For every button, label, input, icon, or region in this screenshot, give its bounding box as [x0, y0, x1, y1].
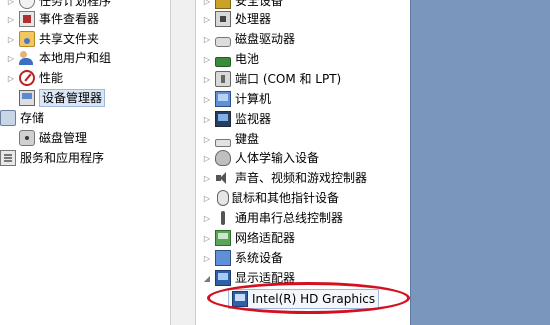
- tree-item-storage[interactable]: 存储: [0, 108, 44, 128]
- pane-splitter[interactable]: [170, 0, 196, 325]
- device-category-network[interactable]: ▷ 网络适配器: [202, 228, 295, 248]
- tree-item-shared-folders[interactable]: ▷ 共享文件夹: [6, 29, 99, 49]
- expand-arrow-icon[interactable]: ▷: [202, 0, 212, 6]
- device-category-sound[interactable]: ▷ 声音、视频和游戏控制器: [202, 168, 367, 188]
- device-category-disk-drive[interactable]: ▷ 磁盘驱动器: [202, 29, 295, 49]
- expand-arrow-icon[interactable]: ▷: [202, 134, 212, 144]
- expand-arrow-icon[interactable]: ▷: [202, 253, 212, 263]
- tree-item-device-manager[interactable]: 设备管理器: [19, 88, 106, 108]
- expand-arrow-icon[interactable]: ▷: [202, 54, 212, 64]
- expand-arrow-icon[interactable]: ▷: [6, 14, 16, 24]
- shared-folders-icon: [19, 31, 35, 47]
- tree-item-local-users[interactable]: ▷ 本地用户和组: [6, 48, 111, 68]
- tree-item-performance[interactable]: ▷ 性能: [6, 68, 63, 88]
- expand-arrow-icon[interactable]: ▷: [202, 213, 212, 223]
- processor-icon: [215, 11, 231, 27]
- tree-item-event-viewer[interactable]: ▷ 事件查看器: [6, 9, 99, 29]
- device-category-system[interactable]: ▷ 系统设备: [202, 248, 283, 268]
- expand-arrow-icon[interactable]: ▷: [6, 34, 16, 44]
- system-device-icon: [215, 250, 231, 266]
- collapse-arrow-icon[interactable]: ◢: [202, 273, 212, 283]
- expand-arrow-icon[interactable]: ▷: [6, 53, 16, 63]
- keyboard-icon: [215, 139, 231, 147]
- console-tree-pane: ▷ 任务计划程序 ▷ 事件查看器 ▷ 共享文件夹 ▷ 本地用户和组 ▷ 性能 设…: [0, 0, 170, 325]
- tree-item-services-apps[interactable]: 服务和应用程序: [0, 148, 104, 168]
- display-adapter-icon: [215, 270, 231, 286]
- disk-drive-icon: [215, 37, 231, 47]
- security-device-icon: [215, 0, 231, 9]
- mouse-icon: [217, 190, 229, 206]
- expand-arrow-icon[interactable]: ▷: [202, 34, 212, 44]
- network-adapter-icon: [215, 230, 231, 246]
- device-category-processor[interactable]: ▷ 处理器: [202, 9, 271, 29]
- port-icon: [215, 71, 231, 87]
- expand-arrow-icon[interactable]: ▷: [202, 114, 212, 124]
- computer-icon: [215, 91, 231, 107]
- tree-item-disk-management[interactable]: 磁盘管理: [19, 128, 87, 148]
- device-category-usb[interactable]: ▷ 通用串行总线控制器: [202, 208, 343, 228]
- device-manager-icon: [19, 90, 35, 106]
- device-category-monitor[interactable]: ▷ 监视器: [202, 109, 271, 129]
- users-icon: [19, 50, 35, 66]
- sound-icon: [215, 170, 231, 186]
- task-scheduler-icon: [19, 0, 35, 9]
- hid-icon: [215, 150, 231, 166]
- device-category-mouse[interactable]: ▷ 鼠标和其他指针设备: [202, 188, 339, 208]
- device-category-ports[interactable]: ▷ 端口 (COM 和 LPT): [202, 69, 341, 89]
- expand-arrow-icon[interactable]: ▷: [6, 73, 16, 83]
- event-viewer-icon: [19, 11, 35, 27]
- usb-icon: [215, 210, 231, 226]
- desktop-background: [410, 0, 550, 325]
- monitor-icon: [215, 111, 231, 127]
- expand-arrow-icon[interactable]: ▷: [202, 14, 212, 24]
- expand-arrow-icon[interactable]: ▷: [202, 193, 212, 203]
- device-category-computer[interactable]: ▷ 计算机: [202, 89, 271, 109]
- device-category-display[interactable]: ◢ 显示适配器: [202, 268, 295, 288]
- device-tree-pane: ▷ 安全设备 ▷ 处理器 ▷ 磁盘驱动器 ▷ 电池 ▷ 端口 (COM 和 LP…: [196, 0, 410, 325]
- device-intel-hd-graphics[interactable]: Intel(R) HD Graphics: [228, 289, 380, 309]
- device-category-battery[interactable]: ▷ 电池: [202, 49, 259, 69]
- battery-icon: [215, 57, 231, 67]
- storage-icon: [0, 110, 16, 126]
- graphics-card-icon: [232, 291, 248, 307]
- expand-arrow-icon[interactable]: ▷: [202, 173, 212, 183]
- disk-icon: [19, 130, 35, 146]
- services-icon: [0, 150, 16, 166]
- expand-arrow-icon[interactable]: ▷: [202, 94, 212, 104]
- expand-arrow-icon[interactable]: ▷: [202, 74, 212, 84]
- expand-arrow-icon[interactable]: ▷: [6, 0, 16, 6]
- expand-arrow-icon[interactable]: ▷: [202, 153, 212, 163]
- device-category-keyboard[interactable]: ▷ 键盘: [202, 129, 259, 149]
- performance-icon: [19, 70, 35, 86]
- expand-arrow-icon[interactable]: ▷: [202, 233, 212, 243]
- device-category-hid[interactable]: ▷ 人体学输入设备: [202, 148, 319, 168]
